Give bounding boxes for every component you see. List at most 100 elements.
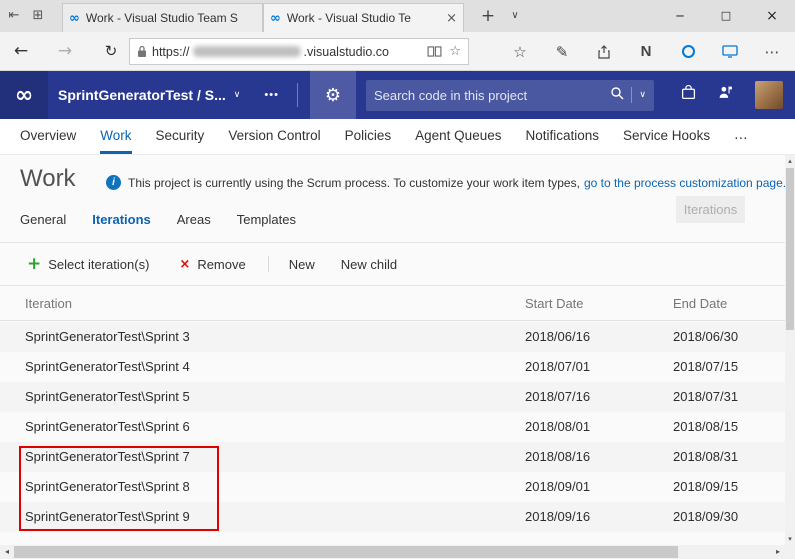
tab-close-icon[interactable]: ×: [446, 11, 457, 26]
tab-security[interactable]: Security: [156, 119, 205, 154]
vertical-scroll-thumb[interactable]: [786, 168, 794, 330]
minimize-button[interactable]: ─: [657, 0, 703, 32]
horizontal-scroll-thumb[interactable]: [14, 546, 678, 558]
table-row[interactable]: SprintGeneratorTest\Sprint 8 2018/09/01 …: [0, 472, 785, 502]
maximize-button[interactable]: □: [703, 0, 749, 32]
subtab-areas[interactable]: Areas: [177, 212, 211, 227]
remove-button[interactable]: Remove: [197, 257, 245, 272]
new-child-button[interactable]: New child: [341, 257, 397, 272]
scroll-up-arrow-icon[interactable]: ▴: [785, 155, 795, 167]
vertical-scrollbar[interactable]: ▴ ▾: [785, 155, 795, 545]
lock-icon: [137, 45, 147, 58]
horizontal-scrollbar[interactable]: ◂ ▸: [0, 545, 795, 559]
iteration-cell: SprintGeneratorTest\Sprint 3: [25, 329, 190, 344]
subtab-templates[interactable]: Templates: [237, 212, 296, 227]
cortana-icon[interactable]: [667, 32, 709, 71]
forward-button[interactable]: →: [52, 32, 78, 71]
tab-title: Work - Visual Studio Team S: [85, 11, 238, 25]
table-row[interactable]: SprintGeneratorTest\Sprint 3 2018/06/16 …: [0, 322, 785, 352]
search-box: ∨: [365, 79, 654, 111]
tab-notifications[interactable]: Notifications: [525, 119, 599, 154]
iteration-cell: SprintGeneratorTest\Sprint 4: [25, 359, 190, 374]
browser-window: ⇤ ⊞ ∞ Work - Visual Studio Team S ∞ Work…: [0, 0, 795, 559]
settings-more-icon[interactable]: ⋯: [751, 32, 793, 71]
new-button[interactable]: New: [289, 257, 315, 272]
column-header-iteration: Iteration: [25, 296, 72, 311]
devices-icon[interactable]: [709, 32, 751, 71]
refresh-button[interactable]: ↻: [98, 32, 124, 71]
work-settings-content: Work i This project is currently using t…: [0, 155, 786, 545]
process-customization-link[interactable]: go to the process customization page.: [584, 176, 786, 190]
onenote-icon[interactable]: N: [625, 32, 667, 71]
start-date-cell: 2018/08/01: [525, 419, 591, 434]
subtab-general[interactable]: General: [20, 212, 66, 227]
browser-tab-1[interactable]: ∞ Work - Visual Studio Team S: [62, 3, 263, 32]
search-icon[interactable]: [610, 86, 624, 105]
project-selector[interactable]: SprintGeneratorTest / S... ∨: [58, 87, 240, 103]
tab-overview[interactable]: Overview: [20, 119, 76, 154]
browser-navbar: ← → ↻ https:// .visualstudio.co ☆ ☆ ✎ N: [0, 32, 795, 71]
table-row[interactable]: SprintGeneratorTest\Sprint 5 2018/07/16 …: [0, 382, 785, 412]
scroll-right-arrow-icon[interactable]: ▸: [771, 545, 785, 559]
address-bar[interactable]: https:// .visualstudio.co ☆: [129, 38, 469, 65]
show-set-aside-tabs-icon[interactable]: ⊞: [28, 0, 48, 32]
iteration-cell: SprintGeneratorTest\Sprint 7: [25, 449, 190, 464]
scroll-left-arrow-icon[interactable]: ◂: [0, 545, 14, 559]
reading-view-icon[interactable]: [427, 46, 442, 57]
back-button[interactable]: ←: [8, 32, 34, 71]
marketplace-bag-icon[interactable]: [681, 84, 696, 105]
page-title: Work: [20, 165, 76, 192]
end-date-cell: 2018/07/31: [673, 389, 739, 404]
tab-more-ellipsis[interactable]: …: [734, 119, 748, 154]
iteration-cell: SprintGeneratorTest\Sprint 6: [25, 419, 190, 434]
web-note-icon[interactable]: ✎: [541, 32, 583, 71]
new-tab-button[interactable]: +: [478, 0, 498, 32]
start-date-cell: 2018/09/01: [525, 479, 591, 494]
settings-gear-icon[interactable]: ⚙: [309, 71, 356, 119]
search-divider: [631, 87, 633, 103]
work-subtabs: General Iterations Areas Templates: [20, 212, 296, 227]
user-avatar[interactable]: [755, 81, 783, 109]
vsts-favicon: ∞: [270, 10, 281, 26]
feedback-person-icon[interactable]: [718, 85, 733, 105]
search-scope-chevron-icon[interactable]: ∨: [639, 90, 646, 100]
column-header-end-date: End Date: [673, 296, 728, 311]
close-button[interactable]: ×: [749, 0, 795, 32]
plus-icon: +: [27, 254, 42, 274]
table-row[interactable]: SprintGeneratorTest\Sprint 4 2018/07/01 …: [0, 352, 785, 382]
subtab-iterations[interactable]: Iterations: [92, 212, 151, 227]
browser-toolbar-icons: ☆ ✎ N ⋯: [499, 32, 793, 71]
vsts-logo-icon[interactable]: ∞: [0, 71, 48, 119]
command-divider: [267, 256, 269, 272]
header-ellipsis-button[interactable]: •••: [264, 89, 279, 101]
end-date-cell: 2018/09/15: [673, 479, 739, 494]
share-icon[interactable]: [583, 32, 625, 71]
add-favorite-star-icon[interactable]: ☆: [449, 44, 461, 59]
url-redacted-segment: [192, 46, 301, 57]
end-date-cell: 2018/06/30: [673, 329, 739, 344]
tab-policies[interactable]: Policies: [345, 119, 392, 154]
info-icon: i: [106, 175, 121, 190]
iterations-table-header: Iteration Start Date End Date: [0, 286, 785, 321]
tab-list-chevron-icon[interactable]: ∨: [506, 0, 524, 32]
scroll-down-arrow-icon[interactable]: ▾: [785, 533, 795, 545]
remove-x-icon: ×: [179, 256, 191, 272]
tab-agent-queues[interactable]: Agent Queues: [415, 119, 501, 154]
select-iterations-button[interactable]: Select iteration(s): [48, 257, 149, 272]
set-tabs-aside-icon[interactable]: ⇤: [4, 0, 24, 32]
tab-title: Work - Visual Studio Te: [286, 11, 411, 25]
column-header-start-date: Start Date: [525, 296, 584, 311]
hub-icon[interactable]: ☆: [499, 32, 541, 71]
chevron-down-icon: ∨: [233, 90, 241, 100]
table-row[interactable]: SprintGeneratorTest\Sprint 9 2018/09/16 …: [0, 502, 785, 532]
tab-service-hooks[interactable]: Service Hooks: [623, 119, 710, 154]
start-date-cell: 2018/07/01: [525, 359, 591, 374]
table-row[interactable]: SprintGeneratorTest\Sprint 6 2018/08/01 …: [0, 412, 785, 442]
table-row[interactable]: SprintGeneratorTest\Sprint 7 2018/08/16 …: [0, 442, 785, 472]
end-date-cell: 2018/08/31: [673, 449, 739, 464]
search-input[interactable]: [373, 87, 611, 103]
tab-work[interactable]: Work: [100, 119, 132, 154]
browser-tab-2-active[interactable]: ∞ Work - Visual Studio Te ×: [263, 3, 464, 32]
tab-version-control[interactable]: Version Control: [228, 119, 320, 154]
end-date-cell: 2018/09/30: [673, 509, 739, 524]
